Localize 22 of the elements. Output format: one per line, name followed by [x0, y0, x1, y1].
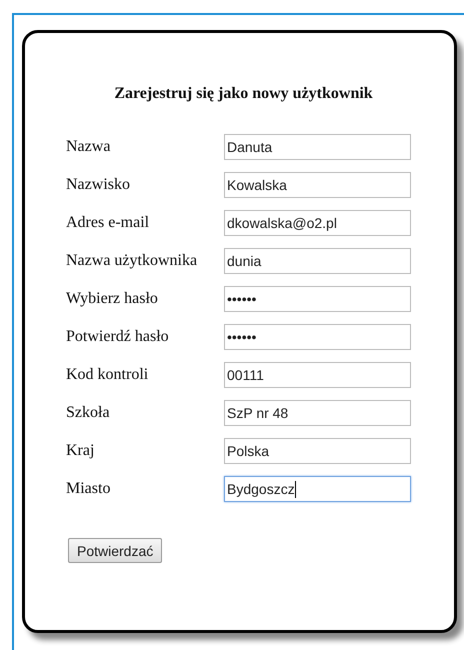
- field-label: Kod kontroli: [66, 366, 150, 384]
- input-field[interactable]: ••••••: [224, 286, 411, 312]
- input-field[interactable]: Kowalska: [224, 172, 411, 198]
- input-field[interactable]: Danuta: [224, 134, 411, 160]
- field-label: Potwierdź hasło: [66, 328, 170, 346]
- field-label: Nazwisko: [66, 176, 131, 194]
- field-label: Miasto: [66, 480, 112, 498]
- input-field[interactable]: Bydgoszcz: [224, 476, 411, 502]
- input-field[interactable]: Polska: [224, 438, 411, 464]
- input-field[interactable]: dkowalska@o2.pl: [224, 210, 411, 236]
- field-label: Kraj: [66, 442, 96, 460]
- field-label: Adres e-mail: [66, 214, 150, 232]
- field-label: Wybierz hasło: [66, 290, 159, 308]
- input-field[interactable]: 00111: [224, 362, 411, 388]
- field-label: Szkoła: [66, 404, 111, 422]
- form-title: Zarejestruj się jako nowy użytkownik: [113, 85, 374, 103]
- field-label: Nazwa użytkownika: [66, 252, 198, 270]
- submit-button[interactable]: Potwierdzać: [68, 538, 162, 563]
- input-field[interactable]: ••••••: [224, 324, 411, 350]
- input-field[interactable]: dunia: [224, 248, 411, 274]
- field-label: Nazwa: [66, 138, 112, 156]
- input-field[interactable]: SzP nr 48: [224, 400, 411, 426]
